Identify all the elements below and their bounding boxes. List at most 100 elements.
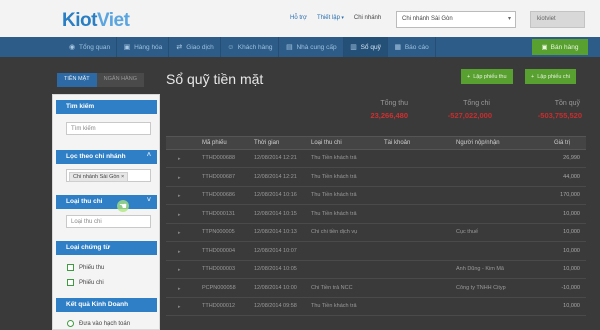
table-cell: TTHD000131 [202, 210, 236, 217]
kiotviet-logo[interactable]: KiotViet [62, 10, 130, 32]
expand-arrow-icon[interactable]: ▸ [178, 304, 181, 310]
nav-item-suppliers[interactable]: ▤ Nhà cung cấp [279, 37, 344, 57]
expense-type-input[interactable]: Loại thu chi [66, 215, 151, 228]
nav-item-products[interactable]: ▣ Hàng hóa [117, 37, 170, 57]
payment-option[interactable]: Phiếu chi [67, 279, 104, 286]
nav-item-cashbook[interactable]: ▥ Sổ quỹ [343, 37, 388, 57]
table-row[interactable]: ▸ TTHD000131 12/08/2014 10:15 Thu Tiền khác… [166, 206, 586, 224]
table-cell: Thu Tiền khách trả [311, 210, 357, 217]
table-cell: TTHD000004 [202, 247, 236, 254]
branch-filter-header[interactable]: Lọc theo chi nhánh ˄ [56, 150, 157, 164]
sell-button[interactable]: ▣ Bán hàng [532, 39, 588, 55]
nav-item-transactions[interactable]: ⇄ Giao dịch [169, 37, 221, 57]
income-value: 23,266,480 [370, 111, 408, 120]
radio[interactable] [67, 320, 74, 327]
table-cell-value: 44,000 [563, 173, 580, 180]
col-type[interactable]: Loại thu chi [311, 140, 342, 146]
table-cell: 12/08/2014 10:13 [254, 229, 297, 235]
col-value[interactable]: Giá trị [554, 140, 570, 146]
table-cell: TTHD000686 [202, 192, 236, 198]
expand-arrow-icon[interactable]: ▸ [178, 286, 181, 292]
nav-item-reports[interactable]: ▦ Báo cáo [388, 37, 436, 57]
filter-sidebar: Tìm kiếm Tìm kiếm Lọc theo chi nhánh ˄ Ch… [52, 94, 160, 330]
nav-label: Tổng quan [79, 43, 111, 51]
expand-arrow-icon[interactable]: ▸ [178, 193, 181, 199]
nav-item-overview[interactable]: ◉ Tổng quan [62, 37, 118, 57]
user-icon: ☺ [227, 43, 235, 51]
col-person[interactable]: Người nộp/nhận [456, 140, 500, 146]
expand-arrow-icon[interactable]: ▸ [178, 175, 181, 181]
add-receipt-button[interactable]: + Lập phiếu thu [461, 69, 513, 84]
table-row[interactable]: ▸ TTHD000004 12/08/2014 10:07 10,000 [166, 243, 586, 261]
table-row[interactable]: ▸ TTHD000686 12/08/2014 10:16 Thu Tiền khác… [166, 187, 586, 205]
receipt-option[interactable]: Phiếu thu [67, 264, 104, 271]
expand-arrow-icon[interactable]: ▸ [178, 249, 181, 255]
table-cell: Thu Tiền khách trả [311, 173, 357, 180]
help-link[interactable]: Hỗ trợ [290, 15, 307, 21]
branch-filter-input[interactable]: Chi nhánh Sài Gòn × [66, 169, 151, 182]
expand-arrow-icon[interactable]: ▸ [178, 212, 181, 218]
table-cell: Cục thuế [456, 229, 479, 235]
section-title: Tìm kiếm [66, 103, 95, 110]
nav-label: Nhà cung cấp [296, 43, 337, 51]
branch-label: Chi nhánh [353, 15, 382, 21]
table-cell: Thu Tiền khách trả [311, 155, 357, 161]
expense-label: Tổng chi [463, 100, 490, 107]
user-menu[interactable]: kiotviet [530, 11, 585, 28]
chevron-down-icon: ˅ [146, 197, 151, 204]
table-row[interactable]: ▸ TTPN000005 12/08/2014 10:13 Chi chi tiền … [166, 224, 586, 242]
table-row[interactable]: ▸ TTHD000012 12/08/2014 09:58 Thu Tiền khác… [166, 298, 586, 316]
section-title: Lọc theo chi nhánh [66, 153, 126, 160]
hand-cursor-icon: ☚ [119, 201, 128, 211]
nav-item-customers[interactable]: ☺ Khách hàng [221, 37, 280, 57]
table-cell-value: 10,000 [563, 210, 580, 217]
section-title: Loại chứng từ [66, 244, 111, 251]
table-cell: TTHD000003 [202, 266, 236, 272]
table-cell-value: 10,000 [563, 303, 580, 309]
expand-arrow-icon[interactable]: ▸ [178, 156, 181, 162]
chart-icon: ▦ [394, 44, 402, 51]
table-cell: TTHD000688 [202, 155, 236, 161]
book-icon: ▥ [350, 44, 357, 51]
table-cell-value: -10,000 [561, 284, 580, 291]
plus-icon: + [531, 73, 535, 80]
table-row[interactable]: ▸ TTHD000003 12/08/2014 10:05 Anh Dũng - Ki… [166, 261, 586, 279]
tab-cash[interactable]: TIỀN MẶT [57, 73, 97, 87]
eye-icon: ◉ [68, 44, 76, 51]
col-voucher-code[interactable]: Mã phiếu [202, 140, 227, 146]
table-row[interactable]: ▸ TTHD000688 12/08/2014 12:21 Thu Tiền khác… [166, 150, 586, 168]
accounting-option[interactable]: Đưa vào hạch toán [67, 320, 130, 327]
logo-text-kiot: Kiot [62, 10, 97, 31]
placeholder: Loại thu chi [71, 219, 102, 225]
section-title: Kết quả Kinh Doanh [66, 301, 129, 308]
table-row[interactable]: ▸ PCPN000058 12/08/2014 10:00 Chi Tiền trả … [166, 280, 586, 298]
table-cell: 12/08/2014 10:16 [254, 192, 297, 198]
checkbox[interactable] [67, 264, 74, 271]
expense-value: -527,022,000 [447, 111, 492, 120]
main-nav: ◉ Tổng quan ▣ Hàng hóa ⇄ Giao dịch ☺ Khách h… [0, 37, 600, 57]
col-time[interactable]: Thời gian [254, 140, 279, 146]
sell-button-label: Bán hàng [550, 43, 579, 51]
income-label: Tổng thu [380, 100, 408, 107]
add-payment-button[interactable]: + Lập phiếu chi [525, 69, 576, 84]
expand-arrow-icon[interactable]: ▸ [178, 267, 181, 273]
col-account[interactable]: Tài khoản [384, 140, 410, 146]
table-cell: 12/08/2014 12:21 [254, 173, 297, 180]
placeholder: Tìm kiếm [71, 126, 96, 132]
branch-chip[interactable]: Chi nhánh Sài Gòn × [69, 172, 129, 182]
top-header: KiotViet Hỗ trợ Thiết lập Chi nhánh Chi … [0, 0, 600, 37]
table-cell: TTHD000012 [202, 303, 236, 309]
tab-bank[interactable]: NGÂN HÀNG [96, 73, 144, 87]
search-input[interactable]: Tìm kiếm [66, 122, 151, 135]
top-links: Hỗ trợ Thiết lập Chi nhánh [290, 15, 381, 21]
expense-type-header[interactable]: Loại thu chi ˅ [56, 195, 157, 209]
table-cell: Thu Tiền khách trả [311, 303, 357, 309]
branch-select[interactable]: Chi nhánh Sài Gòn ▾ [396, 11, 516, 28]
business-result-header: Kết quả Kinh Doanh [56, 298, 157, 312]
settings-menu[interactable]: Thiết lập [317, 15, 344, 21]
table-cell: Thu Tiền khách trả [311, 192, 357, 198]
table-cell: Chi chi tiền dịch vụ [311, 229, 358, 235]
expand-arrow-icon[interactable]: ▸ [178, 230, 181, 236]
checkbox[interactable] [67, 279, 74, 286]
table-row[interactable]: ▸ TTHD000687 12/08/2014 12:21 Thu Tiền khác… [166, 169, 586, 187]
